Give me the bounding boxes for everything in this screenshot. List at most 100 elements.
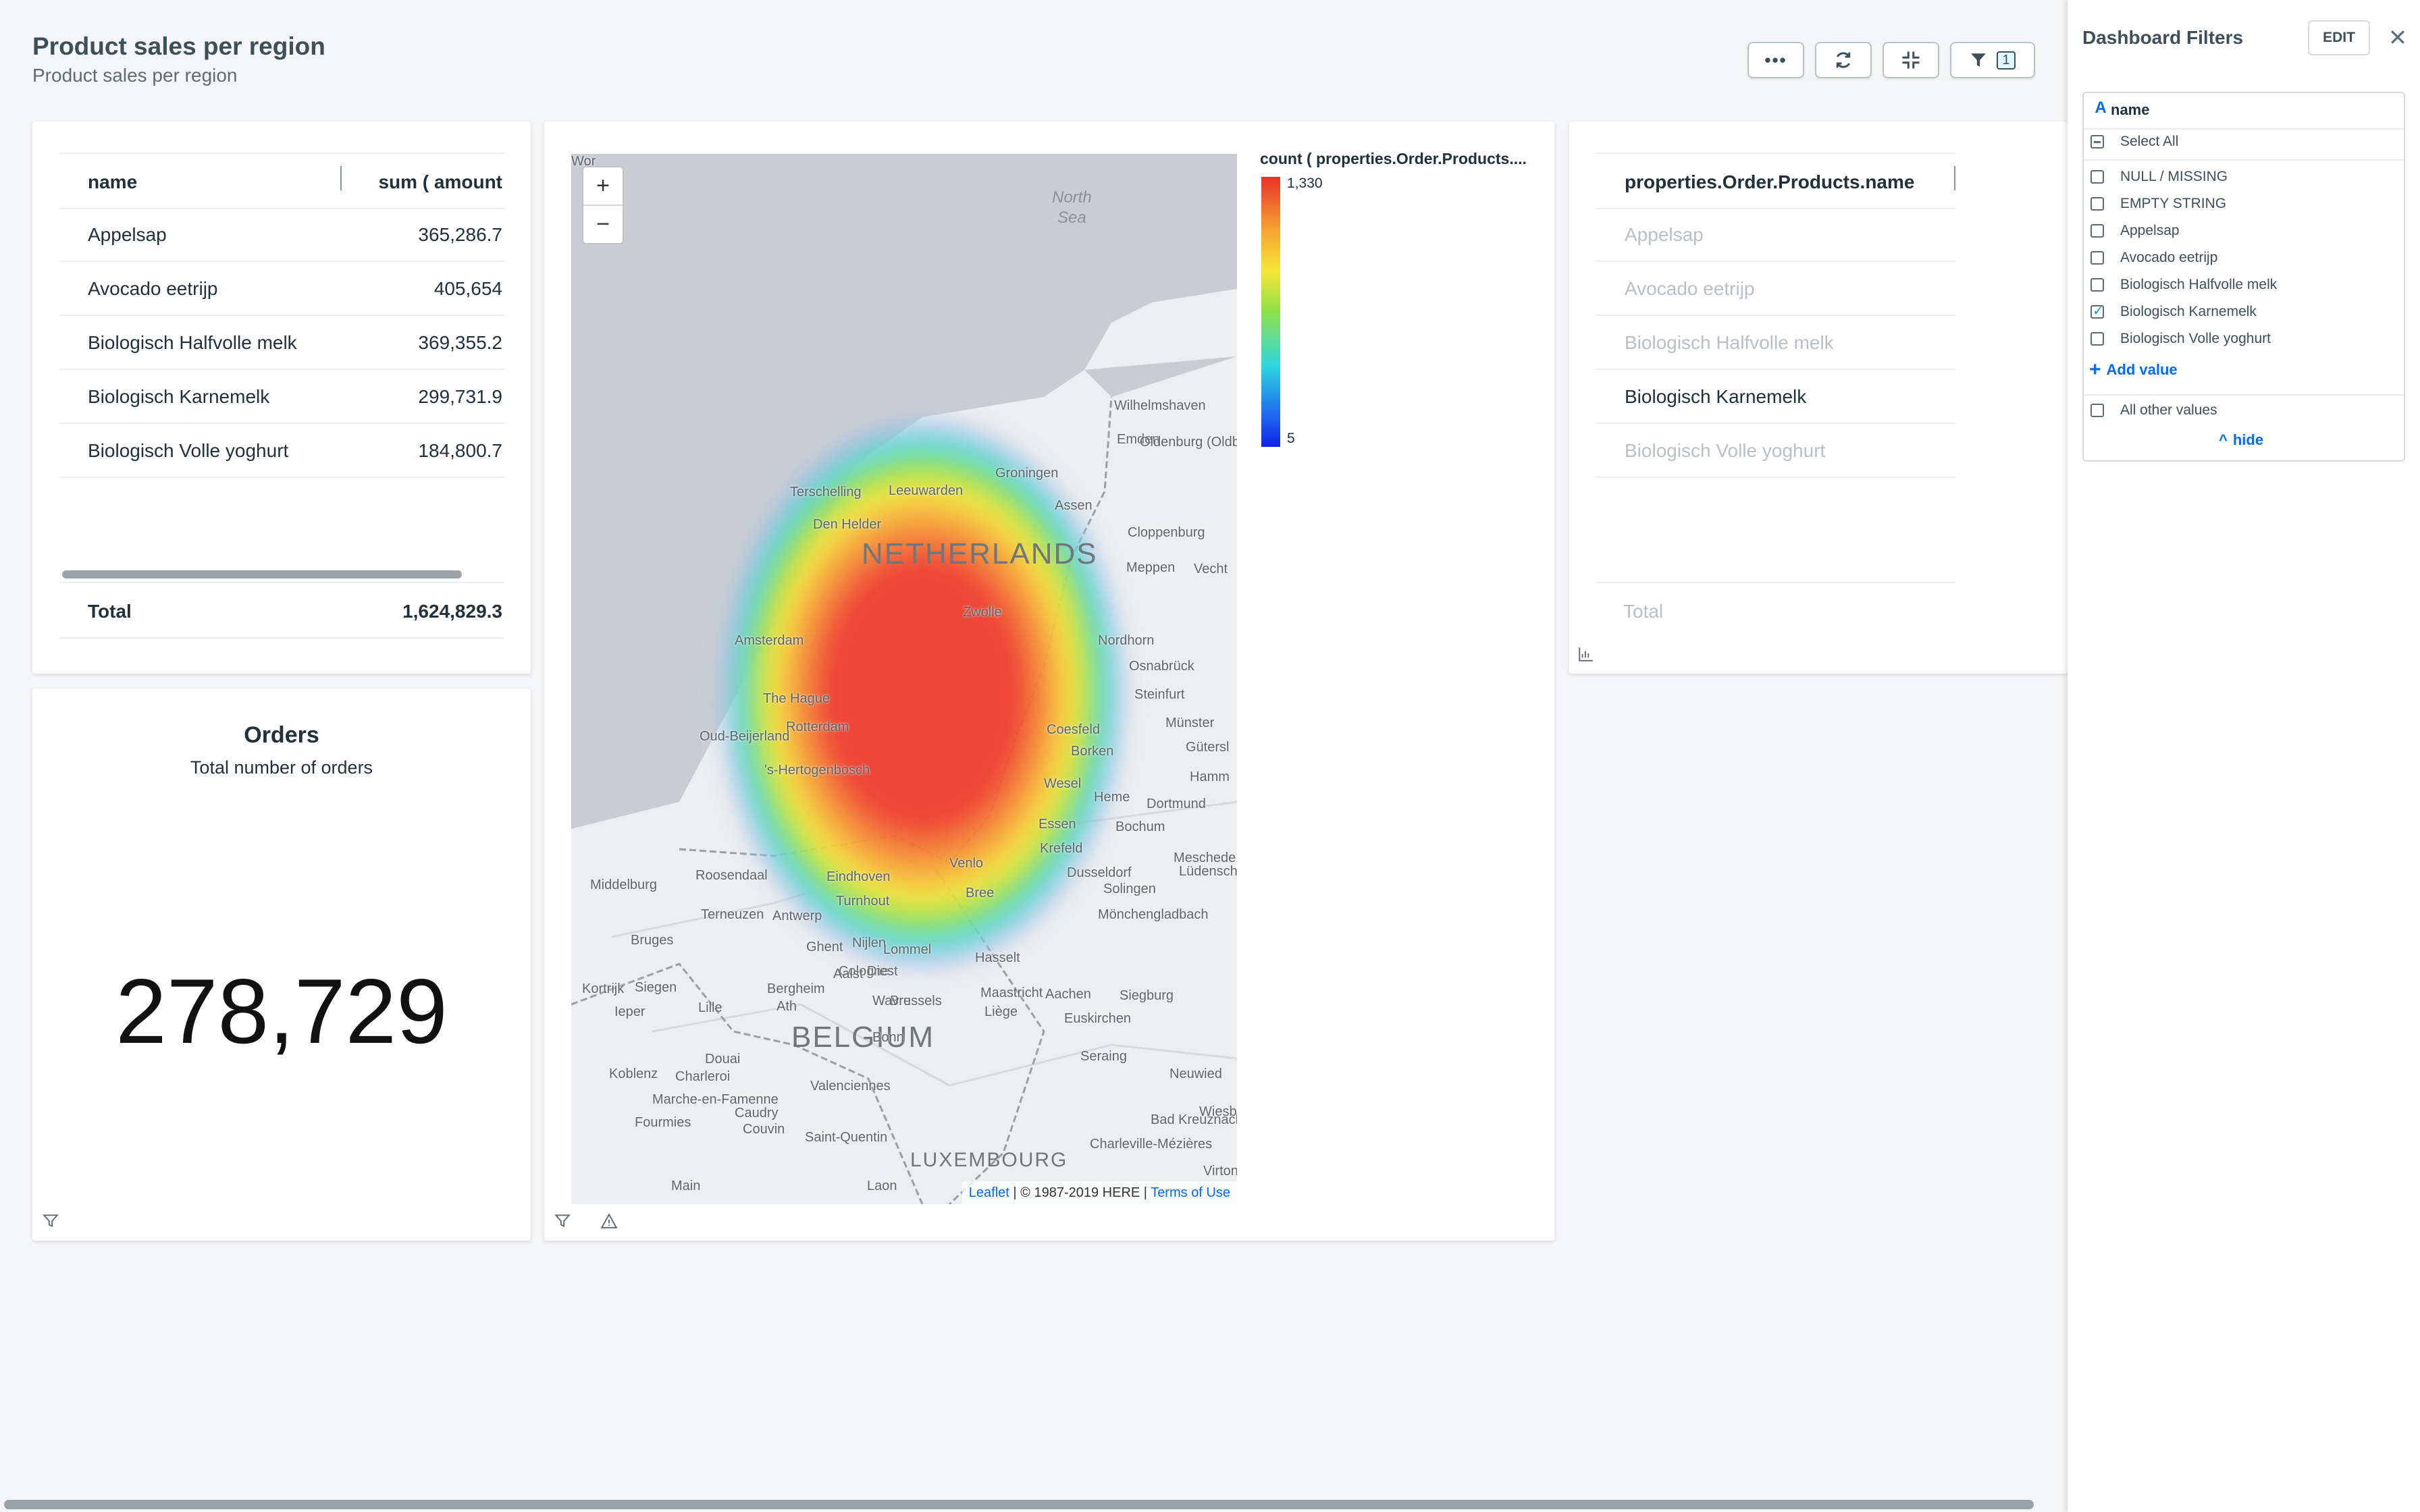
- map-city-label: Lüdensche: [1179, 864, 1237, 879]
- edit-filters-button[interactable]: EDIT: [2308, 20, 2370, 55]
- page-horizontal-scrollbar[interactable]: [4, 1500, 2034, 1509]
- checkbox[interactable]: [2090, 278, 2104, 292]
- legend-max-label: 1,330: [1287, 176, 1323, 191]
- cell-name: Avocado eetrijp: [88, 278, 218, 299]
- map-city-label: Euskirchen: [1064, 1011, 1131, 1026]
- filter-icon[interactable]: [42, 1212, 59, 1230]
- map-city-label: Oldenburg (Oldb.): [1140, 435, 1237, 450]
- map-city-label: Ath: [777, 999, 797, 1014]
- heatmap-map[interactable]: North Sea NETHERLANDS BELGIUM LUXEMBOURG…: [571, 154, 1237, 1204]
- chart-icon[interactable]: [1577, 645, 1595, 663]
- filter-option[interactable]: Biologisch Halfvolle melk: [2090, 273, 2277, 297]
- map-city-label: Ieper: [614, 1004, 646, 1019]
- map-city-label: Dusseldorf: [1067, 865, 1132, 880]
- leaflet-link[interactable]: Leaflet: [969, 1185, 1009, 1200]
- map-city-label: Fourmies: [635, 1115, 691, 1130]
- map-city-label: Assen: [1055, 498, 1093, 513]
- list-item[interactable]: Appelsap: [1596, 207, 1955, 262]
- column-resize-handle[interactable]: [340, 166, 342, 190]
- map-city-label: Turnhout: [836, 894, 890, 909]
- attribution-text: | © 1987-2019 HERE |: [1009, 1185, 1151, 1200]
- refresh-button[interactable]: [1815, 42, 1872, 78]
- map-city-label: Middelburg: [590, 878, 657, 892]
- add-value-label: Add value: [2106, 361, 2178, 378]
- column-header-sum-amount[interactable]: sum ( amount: [378, 171, 502, 193]
- cell-value: 365,286.7: [418, 224, 502, 245]
- map-label-netherlands: NETHERLANDS: [862, 537, 1098, 570]
- map-city-label: Groningen: [995, 466, 1059, 481]
- divider: [2084, 394, 2404, 396]
- zoom-out-button[interactable]: −: [583, 205, 623, 243]
- filter-option-checked[interactable]: Biologisch Karnemelk: [2090, 300, 2257, 324]
- list-item-label: Biologisch Karnemelk: [1625, 386, 1807, 407]
- filter-option[interactable]: EMPTY STRING: [2090, 192, 2226, 216]
- checkbox[interactable]: [2090, 251, 2104, 265]
- filter-option[interactable]: Appelsap: [2090, 219, 2180, 243]
- select-all-checkbox[interactable]: Select All: [2090, 130, 2178, 154]
- checkbox[interactable]: [2090, 332, 2104, 346]
- list-item-label: Biologisch Halfvolle melk: [1625, 332, 1834, 353]
- map-city-label: Gütersl: [1186, 740, 1230, 755]
- total-value: 1,624,829.3: [402, 601, 502, 622]
- list-item[interactable]: Avocado eetrijp: [1596, 261, 1955, 316]
- orders-title: Orders: [244, 722, 319, 748]
- map-city-label: Steinfurt: [1134, 687, 1185, 702]
- list-item-label: Appelsap: [1625, 224, 1704, 245]
- list-item-label: Avocado eetrijp: [1625, 278, 1755, 299]
- terms-of-use-link[interactable]: Terms of Use: [1151, 1185, 1230, 1200]
- map-city-label: Couvin: [743, 1122, 785, 1137]
- map-city-label: Mönchengladbach: [1098, 907, 1209, 922]
- map-city-label: Charleroi: [675, 1069, 731, 1084]
- map-city-label: Charleville-Mézières: [1090, 1137, 1213, 1152]
- checkbox[interactable]: [2090, 197, 2104, 211]
- column-resize-handle[interactable]: [1954, 166, 1955, 190]
- map-city-label: Osnabrück: [1129, 659, 1194, 674]
- dashboard-filters-panel: Dashboard Filters EDIT A name Select All…: [2068, 0, 2420, 1512]
- filter-option[interactable]: Biologisch Volle yoghurt: [2090, 327, 2271, 351]
- map-city-label: Siegburg: [1120, 988, 1174, 1003]
- all-other-values-checkbox[interactable]: All other values: [2090, 398, 2217, 423]
- map-city-label: Eindhoven: [826, 869, 891, 884]
- checkbox[interactable]: [2090, 170, 2104, 184]
- map-city-label: Ghent: [806, 940, 843, 954]
- column-header-product-name[interactable]: properties.Order.Products.name: [1625, 171, 1914, 193]
- sales-table-header: name sum ( amount: [59, 153, 504, 209]
- zoom-in-button[interactable]: +: [583, 167, 623, 206]
- filter-option[interactable]: Avocado eetrijp: [2090, 246, 2217, 270]
- filter-icon[interactable]: [554, 1212, 571, 1230]
- zoom-control: + −: [582, 166, 624, 244]
- map-city-label: Venlo: [949, 856, 984, 871]
- list-item[interactable]: Biologisch Halfvolle melk: [1596, 315, 1955, 370]
- collapse-button[interactable]: [1883, 42, 1939, 78]
- map-city-label: Valenciennes: [810, 1079, 891, 1094]
- select-all-label: Select All: [2120, 134, 2179, 149]
- map-city-label: Lommel: [883, 942, 932, 957]
- map-city-label: Coesfeld: [1047, 722, 1100, 737]
- checkbox[interactable]: [2090, 135, 2104, 148]
- column-header-name[interactable]: name: [88, 171, 137, 193]
- add-value-button[interactable]: + Add value: [2089, 358, 2178, 382]
- close-icon[interactable]: [2388, 27, 2408, 47]
- checkbox[interactable]: [2090, 404, 2104, 417]
- map-city-label: Borken: [1071, 744, 1114, 759]
- map-city-label: Hasselt: [975, 950, 1020, 965]
- checkbox-checked[interactable]: [2090, 302, 2104, 319]
- checkbox[interactable]: [2090, 224, 2104, 238]
- table-row: Biologisch Volle yoghurt 184,800.7: [59, 423, 504, 478]
- map-label-north-sea: North Sea: [1052, 188, 1092, 227]
- table-horizontal-scrollbar[interactable]: [62, 570, 462, 578]
- name-filter-card: A name Select All NULL / MISSING EMPTY S…: [2082, 92, 2405, 462]
- heatmap-legend-scale: [1261, 177, 1280, 447]
- filters-button[interactable]: 1: [1950, 42, 2035, 78]
- list-item[interactable]: Biologisch Volle yoghurt: [1596, 423, 1955, 478]
- more-options-button[interactable]: •••: [1747, 42, 1804, 78]
- hide-button[interactable]: ^ hide: [2219, 428, 2263, 452]
- filter-option[interactable]: NULL / MISSING: [2090, 165, 2228, 189]
- list-item-selected[interactable]: Biologisch Karnemelk: [1596, 369, 1955, 424]
- map-city-label: Seraing: [1080, 1049, 1127, 1064]
- map-city-label: Nordhorn: [1098, 633, 1155, 648]
- map-city-label: Koblenz: [609, 1066, 658, 1081]
- warning-icon[interactable]: [600, 1212, 619, 1230]
- cell-name: Biologisch Volle yoghurt: [88, 440, 289, 461]
- map-city-label: Roosendaal: [695, 868, 768, 883]
